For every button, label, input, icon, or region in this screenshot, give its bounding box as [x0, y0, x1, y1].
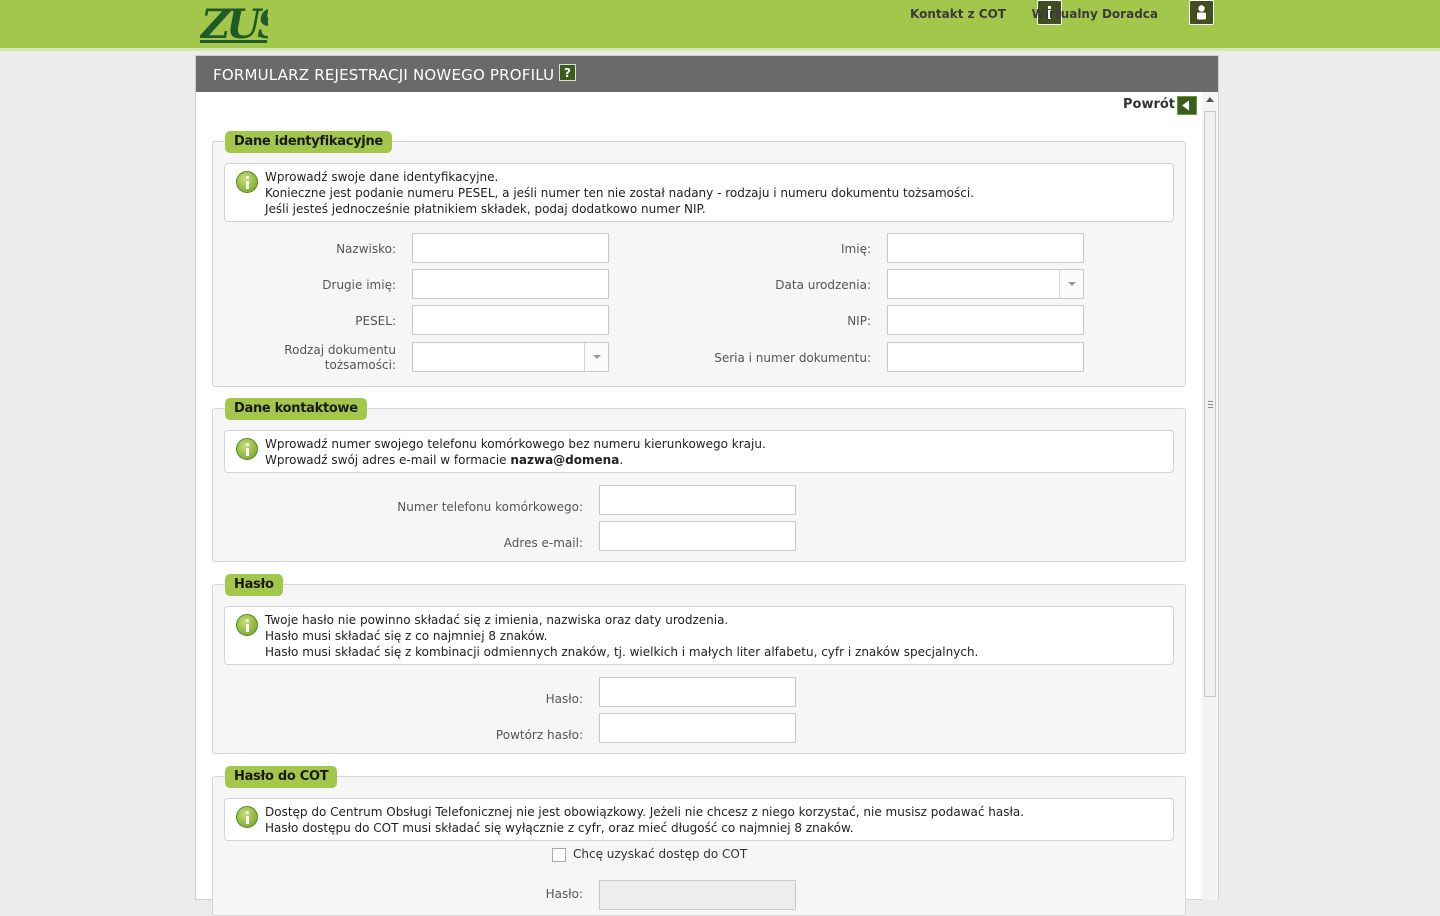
- contact-legend: Dane kontaktowe: [225, 398, 367, 420]
- email-input[interactable]: [599, 521, 796, 551]
- cot-info: Dostęp do Centrum Obsługi Telefonicznej …: [224, 798, 1174, 841]
- info-line: Wprowadź swoje dane identyfikacyjne.: [265, 170, 499, 184]
- doc-type-select[interactable]: [412, 342, 609, 372]
- info-line: Twoje hasło nie powinno składać się z im…: [265, 613, 729, 627]
- info-line: Konieczne jest podanie numeru PESEL, a j…: [265, 186, 974, 200]
- email-format-example: nazwa@domena: [510, 453, 620, 467]
- birth-date-label: Data urodzenia:: [775, 278, 871, 292]
- virtual-advisor-label[interactable]: Wirtualny Doradca: [1032, 7, 1158, 21]
- identification-section: Dane identyfikacyjne Wprowadź swoje dane…: [212, 131, 1186, 387]
- scroll-up-icon[interactable]: [1206, 97, 1214, 102]
- info-icon: [236, 438, 258, 460]
- info-line: Hasło musi składać się z co najmniej 8 z…: [265, 629, 548, 643]
- contact-cot-label[interactable]: Kontakt z COT: [910, 7, 1006, 21]
- cot-access-checkbox[interactable]: [552, 848, 566, 862]
- top-bar: ZUS Kontakt z COT Wirtualny Doradca: [0, 0, 1440, 51]
- second-name-label: Drugie imię:: [322, 278, 396, 292]
- info-line: Hasło dostępu do COT musi składać się wy…: [265, 821, 854, 835]
- first-name-input[interactable]: [887, 233, 1084, 263]
- pesel-label: PESEL:: [355, 314, 396, 328]
- identification-info: Wprowadź swoje dane identyfikacyjne. Kon…: [224, 163, 1174, 222]
- vertical-scrollbar[interactable]: [1202, 92, 1218, 900]
- user-icon[interactable]: [1189, 0, 1214, 25]
- info-icon: [236, 806, 258, 828]
- cot-legend: Hasło do COT: [225, 766, 338, 788]
- help-icon[interactable]: ?: [559, 64, 576, 81]
- password-label: Hasło:: [545, 692, 583, 706]
- phone-label: Numer telefonu komórkowego:: [397, 500, 583, 514]
- cot-password-input[interactable]: [599, 880, 796, 910]
- zus-logo[interactable]: ZUS: [200, 2, 268, 44]
- doc-type-label-line: tożsamości:: [324, 358, 396, 372]
- password-info-text: Twoje hasło nie powinno składać się z im…: [265, 612, 978, 660]
- identification-info-text: Wprowadź swoje dane identyfikacyjne. Kon…: [265, 169, 974, 217]
- repeat-password-input[interactable]: [599, 713, 796, 743]
- birth-date-select[interactable]: [887, 269, 1084, 299]
- nip-label: NIP:: [847, 314, 871, 328]
- password-section: Hasło Twoje hasło nie powinno składać si…: [212, 574, 1186, 754]
- identification-legend: Dane identyfikacyjne: [225, 131, 392, 153]
- info-line: Wprowadź numer swojego telefonu komórkow…: [265, 437, 766, 451]
- info-icon: [236, 171, 258, 193]
- back-arrow-icon[interactable]: [1177, 96, 1197, 115]
- surname-label: Nazwisko:: [336, 242, 396, 256]
- chevron-down-icon[interactable]: [584, 343, 608, 371]
- surname-input[interactable]: [412, 233, 609, 263]
- doc-number-input[interactable]: [887, 342, 1084, 372]
- info-line: Dostęp do Centrum Obsługi Telefonicznej …: [265, 805, 1025, 819]
- chevron-down-icon[interactable]: [1059, 270, 1083, 298]
- second-name-input[interactable]: [412, 269, 609, 299]
- cot-info-text: Dostęp do Centrum Obsługi Telefonicznej …: [265, 804, 1024, 836]
- grip-icon: [1208, 401, 1213, 408]
- doc-type-label-line: Rodzaj dokumentu: [284, 343, 396, 357]
- password-legend: Hasło: [225, 574, 283, 596]
- scrollbar-thumb[interactable]: [1204, 111, 1216, 697]
- repeat-password-label: Powtórz hasło:: [495, 728, 583, 742]
- contact-info: Wprowadź numer swojego telefonu komórkow…: [224, 430, 1174, 473]
- password-input[interactable]: [599, 677, 796, 707]
- phone-input[interactable]: [599, 485, 796, 515]
- cot-access-label[interactable]: Chcę uzyskać dostęp do COT: [573, 847, 747, 861]
- registration-panel: FORMULARZ REJESTRACJI NOWEGO PROFILU ? P…: [195, 55, 1219, 916]
- email-label: Adres e-mail:: [503, 536, 583, 550]
- first-name-label: Imię:: [841, 242, 871, 256]
- info-line-suffix: .: [619, 453, 624, 467]
- doc-number-label: Seria i numer dokumentu:: [714, 351, 871, 365]
- info-line-prefix: Wprowadź swój adres e-mail w formacie: [265, 453, 511, 467]
- info-line: Jeśli jesteś jednocześnie płatnikiem skł…: [265, 202, 706, 216]
- contact-info-text: Wprowadź numer swojego telefonu komórkow…: [265, 436, 766, 468]
- info-line: Hasło musi składać się z kombinacji odmi…: [265, 645, 979, 659]
- pesel-input[interactable]: [412, 305, 609, 335]
- back-link[interactable]: Powrót: [1123, 97, 1175, 112]
- logo-text: ZUS: [200, 2, 268, 44]
- cot-section: Hasło do COT Dostęp do Centrum Obsługi T…: [212, 766, 1186, 916]
- nip-input[interactable]: [887, 305, 1084, 335]
- password-info: Twoje hasło nie powinno składać się z im…: [224, 606, 1174, 665]
- contact-section: Dane kontaktowe Wprowadź numer swojego t…: [212, 398, 1186, 562]
- page-title: FORMULARZ REJESTRACJI NOWEGO PROFILU: [213, 66, 555, 84]
- doc-type-label: Rodzaj dokumentu tożsamości:: [253, 343, 396, 373]
- info-line: Wprowadź swój adres e-mail w formacie na…: [265, 452, 766, 468]
- panel-header: FORMULARZ REJESTRACJI NOWEGO PROFILU ?: [196, 56, 1218, 92]
- info-icon: [236, 614, 258, 636]
